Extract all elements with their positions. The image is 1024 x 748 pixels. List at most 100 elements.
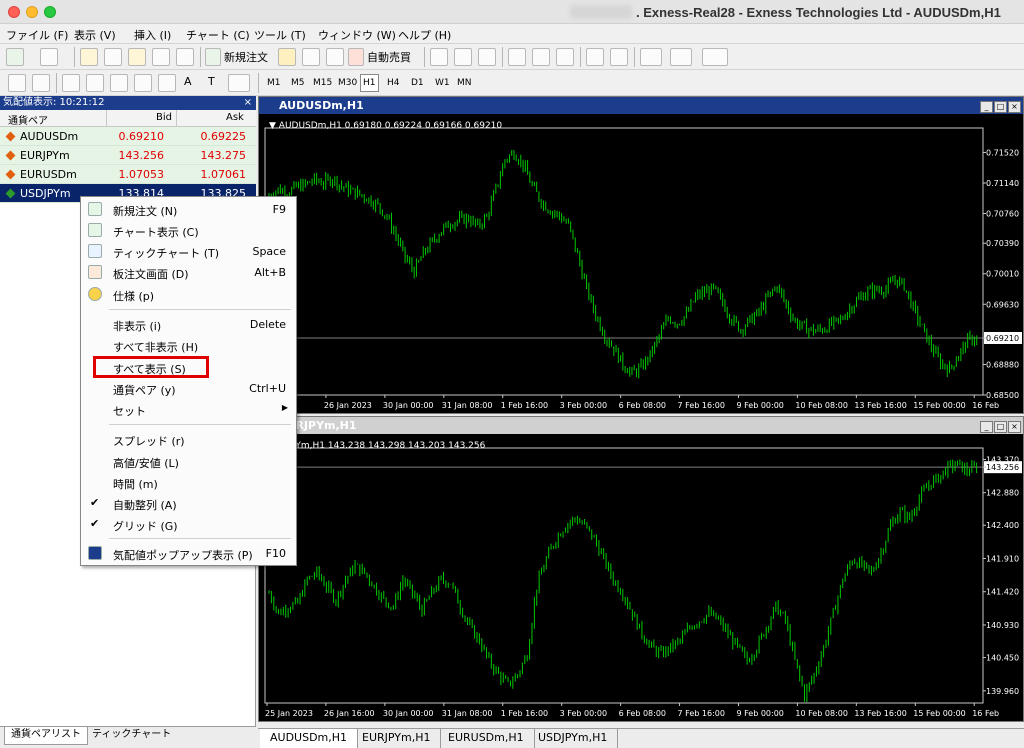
- x-tick-label: 1 Feb 16:00: [501, 709, 548, 718]
- cursor-icon[interactable]: [8, 74, 26, 92]
- menu-file[interactable]: ファイル (F): [6, 27, 68, 43]
- templates-icon[interactable]: [702, 48, 728, 66]
- menu-item-symbols[interactable]: 通貨ペア (y) Ctrl+U: [81, 378, 296, 398]
- horizontal-line-icon[interactable]: [86, 74, 104, 92]
- profiles-icon[interactable]: [40, 48, 58, 66]
- menu-item-shortcut: Delete: [249, 318, 286, 331]
- text-label-button[interactable]: T: [208, 75, 215, 88]
- timeframe-h4[interactable]: H4: [384, 74, 403, 92]
- new-order-button[interactable]: 新規注文: [224, 49, 268, 65]
- close-window-button[interactable]: [8, 6, 20, 18]
- chart-window-title[interactable]: AUDUSDm,H1: [259, 97, 1023, 114]
- menu-item-grid[interactable]: ✔ グリッド (G): [81, 514, 296, 534]
- contact-icon[interactable]: [302, 48, 320, 66]
- market-watch-icon[interactable]: [80, 48, 98, 66]
- tab-chart-usdjpy[interactable]: USDJPYm,H1: [528, 729, 619, 748]
- strategy-tester-icon[interactable]: [176, 48, 194, 66]
- tab-chart-eurjpy[interactable]: EURJPYm,H1: [352, 729, 442, 748]
- price-chart-eurjpy[interactable]: EURJPYm,H1 143.238 143.298 143.203 143.2…: [259, 434, 1023, 721]
- price-chart-audusd[interactable]: ▼ AUDUSDm,H1 0.69180 0.69224 0.69166 0.6…: [259, 114, 1023, 413]
- menu-chart[interactable]: チャート (C): [186, 27, 250, 43]
- column-header-bid[interactable]: Bid: [156, 112, 172, 123]
- navigator-icon[interactable]: [128, 48, 146, 66]
- table-row[interactable]: AUDUSDm 0.69210 0.69225: [0, 127, 256, 146]
- new-chart-icon[interactable]: [6, 48, 24, 66]
- metaeditor-icon[interactable]: [278, 48, 296, 66]
- periods-icon[interactable]: [670, 48, 692, 66]
- equidistant-channel-icon[interactable]: [134, 74, 152, 92]
- table-row[interactable]: EURUSDm 1.07053 1.07061: [0, 165, 256, 184]
- line-chart-icon[interactable]: [478, 48, 496, 66]
- menu-item-specification[interactable]: 仕様 (p): [81, 284, 296, 304]
- menu-item-hide-all[interactable]: すべて非表示 (H): [81, 335, 296, 355]
- menu-item-depth-of-market[interactable]: 板注文画面 (D) Alt+B: [81, 262, 296, 282]
- minimize-icon[interactable]: _: [980, 101, 993, 113]
- minimize-icon[interactable]: _: [980, 421, 993, 433]
- timeframe-m15[interactable]: M15: [310, 74, 335, 92]
- menu-help[interactable]: ヘルプ (H): [398, 27, 451, 43]
- fibonacci-icon[interactable]: [158, 74, 176, 92]
- menu-view[interactable]: 表示 (V): [74, 27, 116, 43]
- timeframe-mn[interactable]: MN: [454, 74, 475, 92]
- close-icon[interactable]: ×: [1008, 421, 1021, 433]
- zoom-out-icon[interactable]: [532, 48, 550, 66]
- candlestick-icon[interactable]: [454, 48, 472, 66]
- menu-tools[interactable]: ツール (T): [254, 27, 306, 43]
- toolbar-separator: [634, 47, 635, 67]
- maximize-icon[interactable]: □: [994, 101, 1007, 113]
- menu-item-label: すべて非表示 (H): [113, 341, 199, 354]
- timeframe-m1[interactable]: M1: [264, 74, 284, 92]
- menu-item-high-low[interactable]: 高値/安値 (L): [81, 451, 296, 471]
- zoom-in-icon[interactable]: [508, 48, 526, 66]
- text-tool-button[interactable]: A: [184, 75, 192, 88]
- menu-item-hide[interactable]: 非表示 (i) Delete: [81, 314, 296, 334]
- blurred-account-number: [570, 5, 632, 19]
- maximize-icon[interactable]: □: [994, 421, 1007, 433]
- menu-window[interactable]: ウィンドウ (W): [318, 27, 396, 43]
- bar-chart-icon[interactable]: [430, 48, 448, 66]
- table-row[interactable]: EURJPYm 143.256 143.275: [0, 146, 256, 165]
- y-tick-label: 139.960: [986, 687, 1019, 696]
- indicators-icon[interactable]: [640, 48, 662, 66]
- tab-symbols[interactable]: 通貨ペアリスト: [4, 727, 88, 745]
- menu-item-show-chart[interactable]: チャート表示 (C): [81, 220, 296, 240]
- auto-scroll-icon[interactable]: [610, 48, 628, 66]
- tab-chart-eurusd[interactable]: EURUSDm,H1: [438, 729, 535, 748]
- terminal-icon[interactable]: [152, 48, 170, 66]
- minimize-window-button[interactable]: [26, 6, 38, 18]
- close-icon[interactable]: ×: [244, 96, 252, 110]
- chart-window-audusd[interactable]: AUDUSDm,H1 _ □ × ▼ AUDUSDm,H1 0.69180 0.69…: [258, 96, 1024, 414]
- auto-trading-button[interactable]: 自動売買: [367, 49, 411, 65]
- column-header-symbol[interactable]: 通貨ペア: [8, 112, 48, 127]
- menu-item-sets[interactable]: セット ▶: [81, 399, 296, 419]
- menu-item-new-order[interactable]: 新規注文 (N) F9: [81, 199, 296, 219]
- timeframe-w1[interactable]: W1: [432, 74, 453, 92]
- timeframe-m5[interactable]: M5: [288, 74, 308, 92]
- tab-chart-audusd[interactable]: AUDUSDm,H1: [260, 729, 359, 748]
- menu-item-spread[interactable]: スプレッド (r): [81, 429, 296, 449]
- timeframe-m30[interactable]: M30: [335, 74, 360, 92]
- data-window-icon[interactable]: [104, 48, 122, 66]
- column-header-ask[interactable]: Ask: [226, 112, 244, 123]
- timeframe-d1[interactable]: D1: [408, 74, 427, 92]
- menu-item-tick-chart[interactable]: ティックチャート (T) Space: [81, 241, 296, 261]
- tile-windows-icon[interactable]: [556, 48, 574, 66]
- menu-item-time[interactable]: 時間 (m): [81, 472, 296, 492]
- signals-icon[interactable]: [326, 48, 344, 66]
- close-icon[interactable]: ×: [1008, 101, 1021, 113]
- chart-shift-icon[interactable]: [586, 48, 604, 66]
- vertical-line-icon[interactable]: [62, 74, 80, 92]
- tab-tick-chart[interactable]: ティックチャート: [86, 727, 177, 745]
- new-order-icon[interactable]: [205, 48, 221, 66]
- menu-item-popup-prices[interactable]: 気配値ポップアップ表示 (P) F10: [81, 543, 296, 563]
- menu-item-auto-arrange[interactable]: ✔ 自動整列 (A): [81, 493, 296, 513]
- auto-trading-icon[interactable]: [348, 48, 364, 66]
- chart-window-eurjpy[interactable]: EURJPYm,H1 _ □ × EURJPYm,H1 143.238 143.29…: [258, 416, 1024, 722]
- menu-insert[interactable]: 挿入 (I): [134, 27, 171, 43]
- chart-window-title[interactable]: EURJPYm,H1: [259, 417, 1023, 434]
- timeframe-h1[interactable]: H1: [360, 74, 379, 92]
- trendline-icon[interactable]: [110, 74, 128, 92]
- crosshair-icon[interactable]: [32, 74, 50, 92]
- zoom-window-button[interactable]: [44, 6, 56, 18]
- arrows-icon[interactable]: [228, 74, 250, 92]
